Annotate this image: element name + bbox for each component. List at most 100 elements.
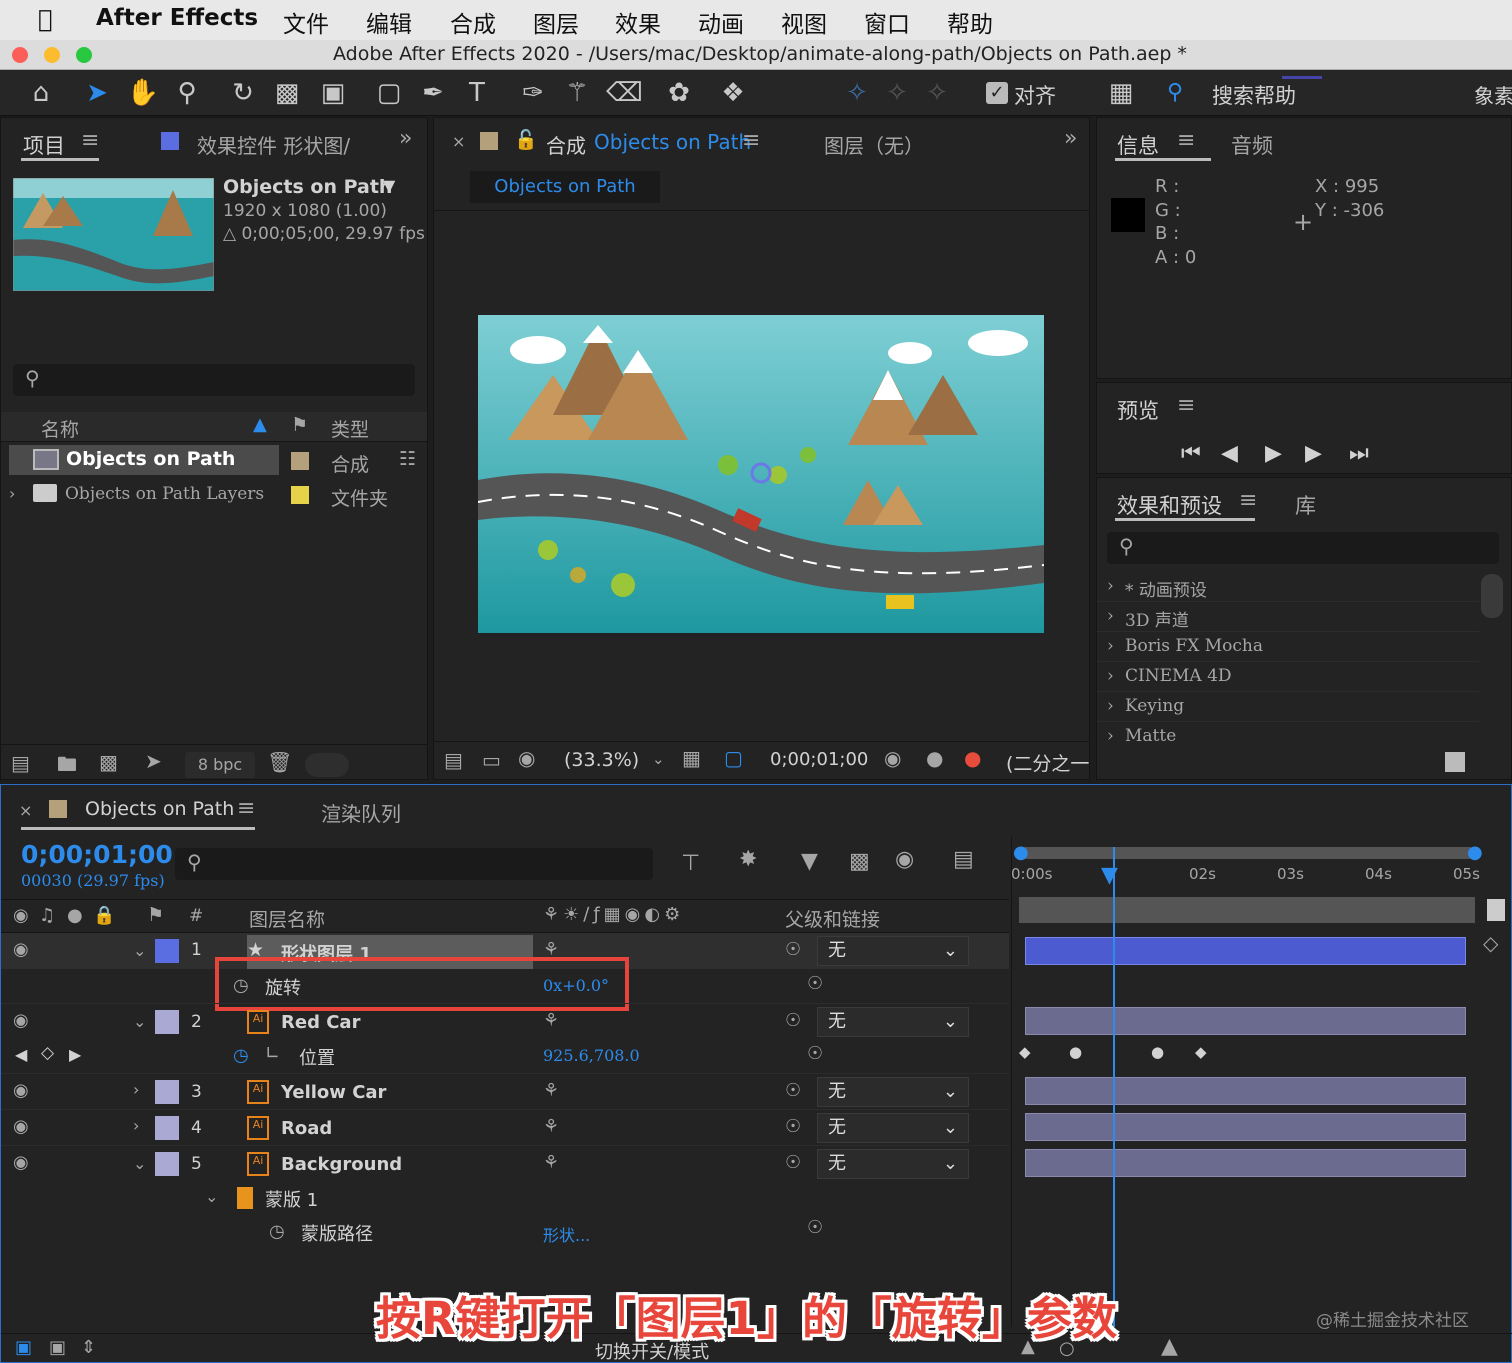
eye-icon[interactable]: ◉ bbox=[13, 939, 29, 960]
resolution-dropdown[interactable]: (二分之一 bbox=[1006, 749, 1089, 776]
current-time-display[interactable]: 0;00;01;00 bbox=[770, 749, 868, 770]
layer-row-3[interactable]: ◉ › 3 Ai Yellow Car ⚘ ☉ 无 ⌄ bbox=[1, 1073, 1009, 1109]
layer-name[interactable]: Road bbox=[281, 1118, 332, 1139]
comp-mini-flowchart-icon[interactable]: ⊤ bbox=[681, 851, 700, 876]
folder-expand-icon[interactable]: › bbox=[9, 484, 15, 503]
stopwatch-active-icon[interactable]: ◷ bbox=[233, 1045, 249, 1066]
new-preset-icon[interactable] bbox=[1445, 752, 1465, 772]
mask-label[interactable]: 蒙版 1 bbox=[265, 1186, 318, 1212]
eye-icon[interactable]: ◉ bbox=[13, 1116, 29, 1137]
menu-window[interactable]: 窗口 bbox=[864, 5, 910, 39]
timeline-search-input[interactable]: ⚲ bbox=[175, 848, 653, 880]
layer-bar[interactable] bbox=[1025, 1113, 1466, 1141]
flowchart-icon[interactable]: ☷ bbox=[399, 448, 416, 470]
layer-label-color[interactable] bbox=[155, 1010, 179, 1034]
layer-row-5[interactable]: ◉ ⌄ 5 Ai Background ⚘ ☉ 无 ⌄ bbox=[1, 1145, 1009, 1181]
eraser-tool-icon[interactable]: ⌫ bbox=[606, 76, 643, 110]
comp-breadcrumb[interactable]: Objects on Path bbox=[470, 171, 660, 203]
search-help-input[interactable]: 搜索帮助 bbox=[1212, 80, 1296, 110]
safe-zones-icon[interactable]: ▦ bbox=[682, 746, 701, 770]
list-item[interactable]: › * 动画预设 bbox=[1097, 572, 1479, 602]
rotate-tool-icon[interactable]: ↻ bbox=[226, 76, 260, 110]
minimize-window-button[interactable] bbox=[44, 47, 60, 63]
work-area-bar[interactable] bbox=[1019, 847, 1475, 859]
audio-icon[interactable]: ♫ bbox=[39, 905, 55, 926]
pen-tool-icon[interactable]: ✒ bbox=[416, 76, 450, 110]
col-parent[interactable]: 父级和链接 bbox=[785, 905, 880, 932]
render-icon[interactable]: ➤ bbox=[145, 749, 162, 773]
home-icon[interactable]: ⌂ bbox=[24, 76, 58, 110]
close-tab-icon[interactable]: × bbox=[19, 801, 32, 820]
play-icon[interactable]: ▶ bbox=[1265, 441, 1282, 466]
panel-menu-icon[interactable]: ≡ bbox=[1239, 488, 1257, 513]
menu-effect[interactable]: 效果 bbox=[615, 5, 661, 39]
layer-label-color[interactable] bbox=[155, 1080, 179, 1104]
graph-editor-icon[interactable]: ▤ bbox=[953, 847, 974, 872]
layer-label-color[interactable] bbox=[155, 1116, 179, 1140]
menu-composition[interactable]: 合成 bbox=[450, 5, 496, 39]
project-search-input[interactable]: ⚲ bbox=[13, 364, 415, 396]
work-area-start-handle[interactable]: ● bbox=[1013, 842, 1029, 863]
layer-bar[interactable] bbox=[1025, 937, 1466, 965]
zoom-tool-icon[interactable]: ⚲ bbox=[170, 76, 204, 110]
comp-menu-icon[interactable]: ▼ bbox=[383, 176, 395, 195]
mask-path-value[interactable]: 形状... bbox=[543, 1222, 590, 1246]
hand-tool-icon[interactable]: ✋ bbox=[126, 76, 160, 110]
layer-name[interactable]: Yellow Car bbox=[281, 1082, 386, 1103]
pan-behind-tool-icon[interactable]: ▣ bbox=[316, 76, 350, 110]
tab-audio[interactable]: 音频 bbox=[1231, 130, 1273, 160]
eye-icon[interactable]: ◉ bbox=[13, 1080, 29, 1101]
parent-dropdown[interactable]: 无 ⌄ bbox=[817, 1077, 969, 1107]
work-area-end-handle[interactable]: ● bbox=[1467, 842, 1483, 863]
pickwhip-icon[interactable]: ☉ bbox=[785, 1010, 801, 1031]
expand-chevron-icon[interactable]: ⌄ bbox=[133, 941, 146, 960]
roto-brush-tool-icon[interactable]: ✿ bbox=[662, 76, 696, 110]
shy-layers-icon[interactable]: ▼ bbox=[801, 849, 818, 874]
rectangle-tool-icon[interactable]: ▢ bbox=[372, 76, 406, 110]
tab-composition[interactable]: Objects on Path bbox=[594, 130, 751, 154]
clone-stamp-tool-icon[interactable]: ⚚ bbox=[560, 76, 594, 110]
next-keyframe-icon[interactable]: ▶ bbox=[69, 1045, 81, 1064]
close-window-button[interactable] bbox=[12, 47, 28, 63]
draft-3d-icon[interactable]: ✸ bbox=[739, 847, 757, 872]
layer-bar[interactable] bbox=[1025, 1149, 1466, 1177]
solo-icon[interactable]: ● bbox=[67, 905, 83, 926]
position-value[interactable]: 925.6,708.0 bbox=[543, 1046, 640, 1065]
close-tab-icon[interactable]: × bbox=[452, 132, 465, 151]
panel-overflow-icon[interactable]: » bbox=[1064, 126, 1077, 151]
align-checkbox[interactable]: ✓ bbox=[986, 82, 1008, 104]
shy-switch-icon[interactable]: ⚘ bbox=[543, 1152, 559, 1173]
layer-switches-icon[interactable]: ▣ bbox=[15, 1337, 32, 1358]
time-navigator[interactable] bbox=[1019, 897, 1475, 923]
comp-button-icon[interactable] bbox=[1487, 899, 1505, 921]
layer-name[interactable]: Red Car bbox=[281, 1012, 360, 1033]
label-tag-icon[interactable]: ⚑ bbox=[147, 904, 164, 926]
tab-timeline[interactable]: Objects on Path bbox=[85, 798, 234, 820]
shy-switch-icon[interactable]: ⚘ bbox=[543, 1080, 559, 1101]
tab-libraries[interactable]: 库 bbox=[1295, 490, 1316, 520]
transfer-controls-icon[interactable]: ▣ bbox=[49, 1337, 66, 1358]
graph-icon[interactable]: ∟ bbox=[265, 1043, 280, 1064]
panel-menu-icon[interactable]: ≡ bbox=[237, 796, 255, 821]
trash-icon[interactable]: 🗑 bbox=[267, 750, 292, 774]
scrollbar[interactable] bbox=[1481, 574, 1503, 618]
layer-label-color[interactable] bbox=[155, 1152, 179, 1176]
color-channels-icon[interactable]: ● bbox=[964, 746, 981, 770]
first-frame-icon[interactable]: ⏮ bbox=[1181, 441, 1201, 466]
apple-icon[interactable]:  bbox=[38, 5, 52, 33]
parent-dropdown[interactable]: 无 ⌄ bbox=[817, 1149, 969, 1179]
tab-render-queue[interactable]: 渲染队列 bbox=[321, 798, 401, 827]
expression-pickwhip-icon[interactable]: ☉ bbox=[807, 1043, 823, 1064]
current-time-indicator[interactable] bbox=[1113, 847, 1115, 1327]
workspace-icon[interactable]: ▦ bbox=[1104, 76, 1138, 110]
axis-view-icon[interactable]: ✧ bbox=[920, 76, 954, 110]
expression-pickwhip-icon[interactable]: ☉ bbox=[807, 973, 823, 994]
new-folder-icon[interactable]: 🖿 bbox=[57, 750, 77, 784]
project-row-selected[interactable]: Objects on Path bbox=[9, 445, 279, 475]
sort-up-icon[interactable]: ▲ bbox=[253, 414, 267, 435]
in-out-icon[interactable]: ⇕ bbox=[81, 1337, 96, 1358]
panel-overflow-icon[interactable]: » bbox=[399, 126, 412, 151]
shy-switch-icon[interactable]: ⚘ bbox=[543, 1116, 559, 1137]
workspace-label[interactable]: 象素 bbox=[1474, 80, 1512, 109]
menu-help[interactable]: 帮助 bbox=[947, 5, 993, 39]
